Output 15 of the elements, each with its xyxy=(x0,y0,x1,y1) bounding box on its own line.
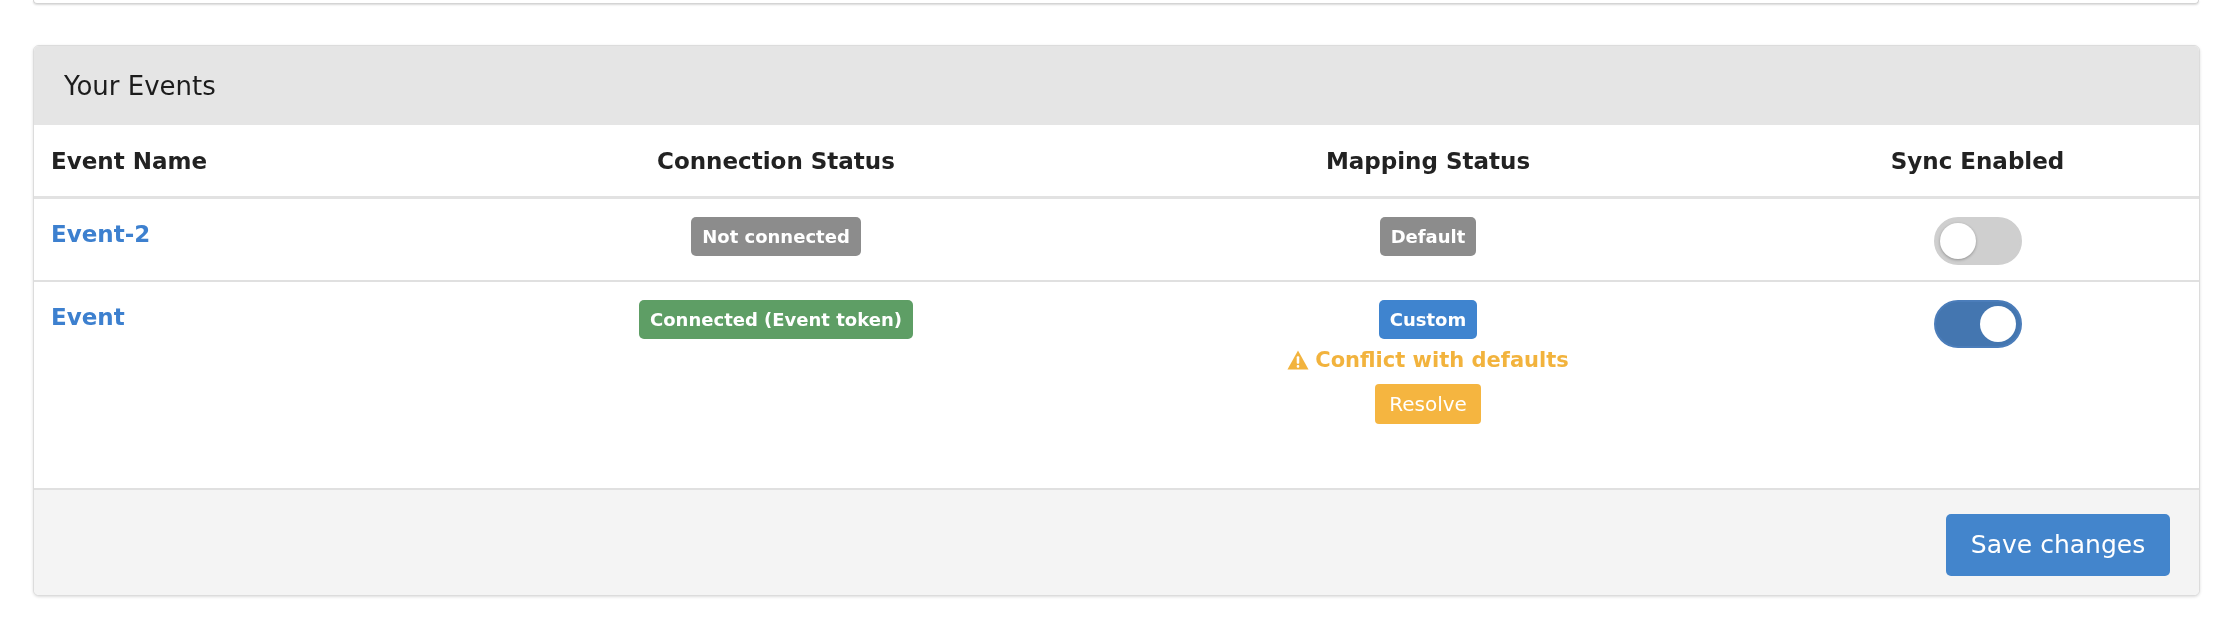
column-header: Sync Enabled xyxy=(1890,147,2065,174)
column-header: Event Name xyxy=(51,147,207,174)
mapping-status-badge: Default xyxy=(1379,217,1477,256)
connection-status-badge: Connected (Event token) xyxy=(639,300,913,339)
warning-icon xyxy=(1287,350,1310,370)
conflict-warning: Conflict with defaults xyxy=(1315,348,1569,372)
sync-toggle[interactable] xyxy=(1933,300,2022,348)
mapping-status-badge: Custom xyxy=(1378,300,1478,339)
save-button[interactable]: Save changes xyxy=(1946,513,2170,576)
column-header: Connection Status xyxy=(657,147,895,174)
event-name-link[interactable]: Event xyxy=(51,304,125,330)
card-title: Your Events xyxy=(64,70,216,101)
event-name-link[interactable]: Event-2 xyxy=(51,221,151,247)
column-header: Mapping Status xyxy=(1325,147,1531,174)
connection-status-badge: Not connected xyxy=(691,217,861,256)
